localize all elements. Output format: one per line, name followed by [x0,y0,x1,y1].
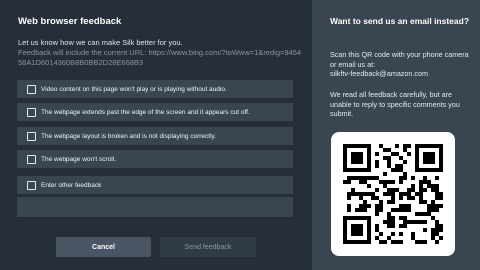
dialog-title: Web browser feedback [18,16,122,27]
checkbox[interactable] [27,107,36,117]
checkbox[interactable] [27,180,36,190]
feedback-option-layout[interactable]: The webpage layout is broken and is not … [17,127,293,145]
qr-code [331,132,455,256]
checkbox[interactable] [27,84,36,94]
option-label: The webpage won't scroll. [41,155,116,163]
intro-text: Let us know how we can make Silk better … [18,38,183,47]
send-feedback-button[interactable]: Send feedback [160,237,256,257]
feedback-option-cut-off[interactable]: The webpage extends past the edge of the… [17,103,293,121]
feedback-panel: Web browser feedback Let us know how we … [0,0,312,270]
option-label: Enter other feedback [41,181,102,189]
feedback-option-video[interactable]: Video content on this page won't play or… [17,80,293,98]
feedback-option-other[interactable]: Enter other feedback [17,176,293,194]
email-panel-title: Want to send us an email instead? [330,16,470,26]
feedback-email: silkftv-feedback@amazon.com [330,69,428,78]
checkbox[interactable] [27,154,36,164]
option-label: Video content on this page won't play or… [41,85,227,93]
qr-code-icon [343,144,443,244]
cancel-button[interactable]: Cancel [56,237,151,257]
email-panel: Want to send us an email instead? Scan t… [312,0,480,270]
other-feedback-textarea[interactable] [17,197,293,217]
reply-notice: We read all feedback carefully, but are … [330,90,460,118]
checkbox[interactable] [27,131,36,141]
option-label: The webpage extends past the edge of the… [41,108,250,116]
feedback-option-scroll[interactable]: The webpage won't scroll. [17,150,293,168]
option-label: The webpage layout is broken and is not … [41,132,217,140]
url-notice: Feedback will include the current URL: h… [18,48,302,67]
scan-instructions: Scan this QR code with your phone camera… [330,50,469,69]
